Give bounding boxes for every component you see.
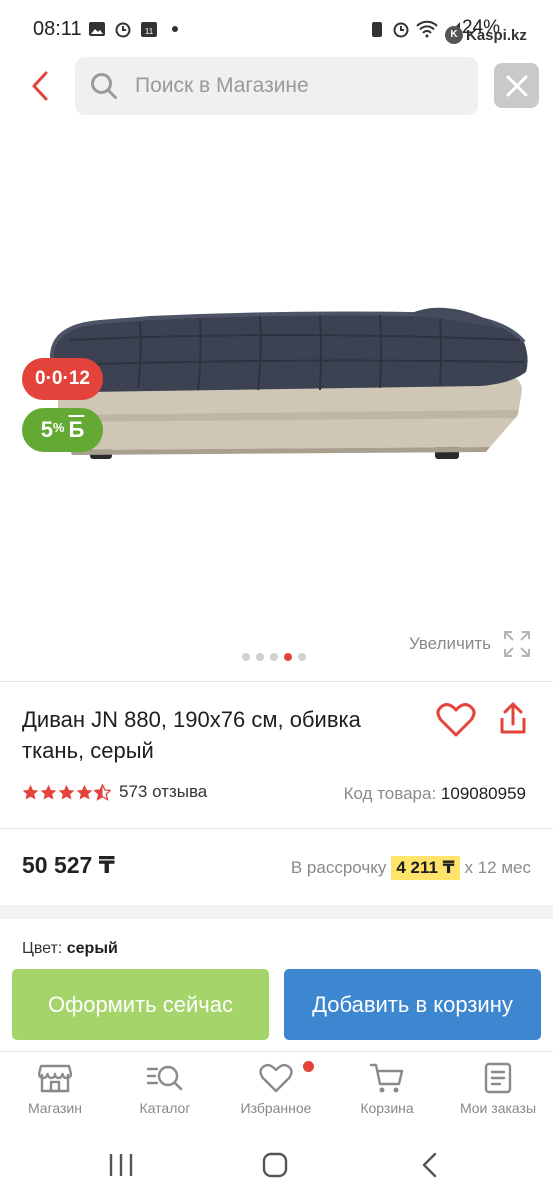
heart-icon: [436, 703, 476, 737]
home-icon[interactable]: [262, 1151, 288, 1179]
catalog-search-icon: [146, 1065, 183, 1091]
product-image: [49, 307, 528, 459]
reviews-count[interactable]: 573 отзыва: [119, 782, 207, 802]
installment-amount: 4 211 ₸: [391, 856, 460, 880]
store-icon: [38, 1064, 72, 1093]
svg-text:11: 11: [145, 27, 154, 36]
installment-badge: 0·0·12: [22, 358, 103, 400]
nav-label: Избранное: [240, 1100, 312, 1116]
nav-item-store[interactable]: Магазин: [0, 1062, 110, 1116]
product-sku: Код товара: 109080959: [344, 784, 526, 804]
star-icon: [58, 784, 75, 800]
close-button[interactable]: [494, 63, 539, 108]
nav-item-cart[interactable]: Корзина: [332, 1062, 442, 1116]
share-button[interactable]: [497, 702, 529, 741]
nav-label: Корзина: [360, 1100, 414, 1116]
back-button[interactable]: [22, 66, 58, 106]
section-divider: [0, 905, 553, 919]
favorite-button[interactable]: [436, 702, 476, 743]
search-icon: [91, 73, 117, 99]
nav-item-orders[interactable]: Мои заказы: [443, 1062, 553, 1116]
add-to-cart-button[interactable]: Добавить в корзину: [284, 969, 541, 1040]
heart-icon: [259, 1063, 293, 1093]
chevron-left-icon: [32, 71, 48, 101]
star-icon: [22, 784, 39, 800]
star-icon: [40, 784, 57, 800]
gallery-pagination: [242, 653, 306, 661]
sku-value: 109080959: [440, 784, 526, 803]
alarm-icon: [115, 22, 131, 38]
star-half-icon: [94, 783, 111, 801]
star-icon: [76, 784, 93, 800]
close-icon: [506, 75, 527, 96]
installment-label: В рассрочку: [290, 858, 387, 877]
color-value: серый: [66, 940, 118, 957]
bottom-navigation: Магазин Каталог Избранное Корзина Мои за…: [0, 1051, 553, 1135]
nav-label: Магазин: [27, 1100, 82, 1116]
system-navigation: [0, 1135, 553, 1200]
bonus-percent: 5: [40, 417, 53, 442]
pagination-dot[interactable]: [298, 653, 306, 661]
nav-label: Мои заказы: [459, 1100, 537, 1116]
calendar-icon: 11: [141, 22, 157, 37]
nav-item-catalog[interactable]: Каталог: [110, 1062, 220, 1116]
divider: [0, 681, 553, 682]
status-icons-left: 11: [88, 20, 184, 38]
battery-saver-icon: [372, 22, 382, 37]
recent-apps-icon[interactable]: [108, 1151, 134, 1179]
watermark-text: Kaspi.kz: [466, 26, 527, 44]
expand-icon: [504, 631, 530, 657]
wifi-icon: [416, 20, 438, 38]
divider: [0, 828, 553, 829]
product-gallery[interactable]: 0·0·12 5% Б Увеличить: [0, 130, 553, 675]
pagination-dot-active[interactable]: [284, 653, 292, 661]
rating[interactable]: 573 отзыва: [22, 782, 207, 802]
zoom-label: Увеличить: [409, 634, 491, 653]
product-title: Диван JN 880, 190x76 см, обивка ткань, с…: [22, 707, 361, 763]
gallery-icon: [89, 22, 105, 36]
watermark: K Kaspi.kz: [445, 26, 527, 44]
search-bar[interactable]: [75, 57, 478, 115]
pagination-dot[interactable]: [256, 653, 264, 661]
share-icon: [500, 702, 526, 734]
status-time: 08:11: [33, 18, 82, 40]
bonus-badge: 5% Б: [22, 408, 103, 452]
pagination-dot[interactable]: [242, 653, 250, 661]
dot-icon: [172, 26, 178, 32]
installment-info: В рассрочку 4 211 ₸ x 12 мес: [291, 856, 531, 880]
installment-term: x 12 мес: [464, 858, 532, 877]
notification-badge: [303, 1061, 314, 1072]
nav-item-favorites[interactable]: Избранное: [221, 1062, 331, 1116]
nav-label: Каталог: [139, 1100, 191, 1116]
zoom-button[interactable]: Увеличить: [409, 630, 531, 658]
orders-icon: [484, 1062, 512, 1094]
rating-stars: [22, 783, 111, 801]
bonus-percent-sign: %: [52, 419, 65, 435]
color-label: Цвет:: [22, 940, 63, 957]
search-input[interactable]: [135, 69, 465, 103]
cart-icon: [369, 1063, 404, 1093]
kaspi-logo-icon: K: [445, 26, 463, 44]
sku-label: Код товара:: [343, 784, 437, 803]
alarm-icon: [393, 22, 409, 38]
product-price: 50 527 ₸: [22, 852, 115, 878]
pagination-dot[interactable]: [270, 653, 278, 661]
buy-now-button[interactable]: Оформить сейчас: [12, 969, 269, 1040]
bonus-currency: Б: [68, 417, 85, 442]
status-bar: 08:11 11 24% K Kaspi.kz: [0, 0, 553, 58]
system-back-icon[interactable]: [420, 1151, 440, 1179]
color-selector[interactable]: Цвет: серый: [22, 940, 118, 958]
